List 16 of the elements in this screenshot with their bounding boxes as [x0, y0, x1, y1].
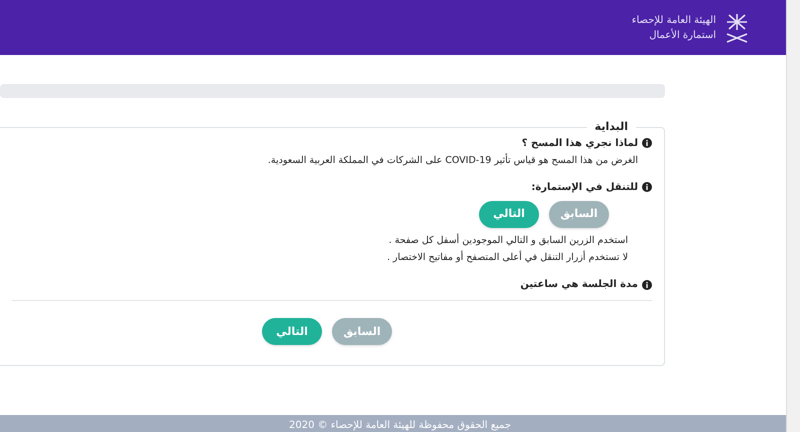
question-title: لماذا نجري هذا المسح ؟	[522, 136, 638, 150]
question-title: للتنقل في الإستمارة:	[531, 180, 638, 195]
section-legend: البداية	[586, 119, 636, 136]
info-text: لا تستخدم أزرار التنقل في أعلى المتصفح أو مفاتيح الاختصار .	[386, 251, 629, 265]
info-text: استخدم الزرين السابق و التالي الموجودين أسفل كل صفحة .	[388, 234, 629, 248]
next-button[interactable]: التالي	[262, 318, 322, 346]
info-icon	[642, 138, 652, 148]
logo-icon	[724, 12, 750, 44]
form-subtitle: استمارة الأعمال	[648, 28, 716, 42]
question-title: مدة الجلسة هي ساعتين	[520, 278, 638, 292]
organization-name: الهيئة العامة للإحصاء	[632, 14, 716, 28]
info-text: الغرض من هذا المسح هو قياس تأثير COVID-19 على الشركات في المملكة العربية السعودية.	[266, 154, 639, 168]
info-icon	[642, 182, 652, 192]
copyright-text: جميع الحقوق محفوظة للهيئة العامة للإحصاء © 2020	[288, 419, 512, 432]
info-icon	[642, 280, 652, 290]
next-button[interactable]: التالي	[479, 200, 539, 228]
